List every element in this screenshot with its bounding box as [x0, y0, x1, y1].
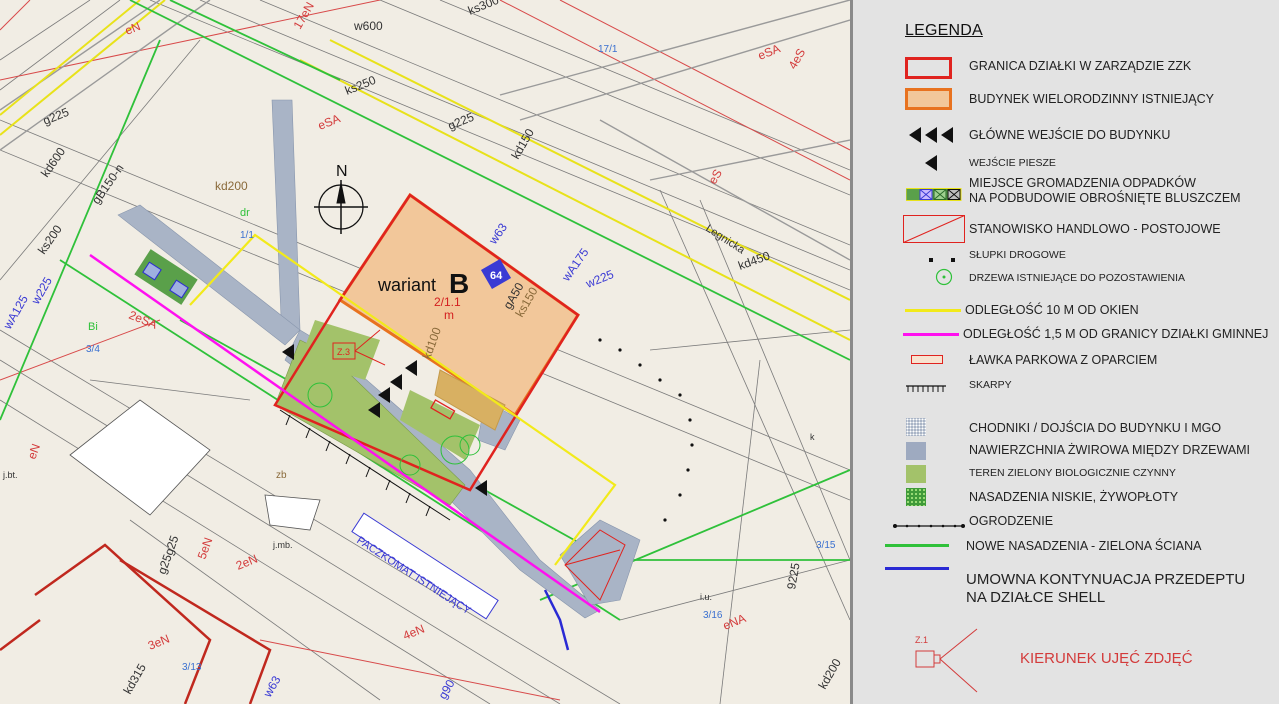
map-label-24: Bi: [88, 321, 98, 333]
map-label-44: eSA: [316, 111, 342, 132]
map-label-51: g90: [435, 677, 457, 702]
legend-title: LEGENDA: [905, 22, 983, 39]
map-label-38: 4eN: [401, 622, 427, 643]
map-label-29: g225: [41, 105, 71, 128]
legend-panel: LEGENDA GRANICA DZIAŁKI W ZARZĄDZIE ZZK …: [853, 0, 1279, 704]
distance-1-5m-swatch: [903, 333, 959, 336]
legend-label-dist-10m: ODLEGŁOŚĆ 10 M OD OKIEN: [965, 303, 1139, 317]
map-label-36: 9225: [784, 561, 802, 590]
map-label-27: w225: [28, 274, 55, 307]
map-label-35: eNA: [721, 611, 748, 633]
map-label-48: i.u.: [700, 592, 712, 602]
variant-label: wariant: [377, 275, 436, 295]
pedestrian-entrance-icon: [925, 155, 937, 176]
low-plants-swatch: [906, 488, 926, 506]
fence-icon: [893, 516, 965, 534]
legend-label-photo-direction: KIERUNEK UJĘĆ ZDJĘĆ: [1020, 650, 1193, 667]
map-label-43: 17eN: [290, 0, 316, 31]
plot-border-swatch: [905, 57, 952, 79]
legend-label-pass-continuation-2: NA DZIAŁCE SHELL: [966, 589, 1106, 606]
photo-marker-label: Z.3: [337, 347, 350, 357]
white-blocks: [69, 399, 321, 531]
map-label-21: 3/15: [816, 540, 836, 551]
legend-label-waste-area-2: NA PODBUDOWIE OBROŚNIĘTE BLUSZCZEM: [969, 191, 1241, 205]
legend-label-gravel: NAWIERZCHNIA ŻWIROWA MIĘDZY DRZEWAMI: [969, 443, 1251, 457]
parcel-locker-box: [351, 512, 499, 620]
waste-area-icon: [905, 188, 962, 206]
site-plan-map: wariant B 2/1.1 m 64 N PACZKOMAT ISTNIEJ…: [0, 0, 850, 704]
green-area-swatch: [906, 465, 926, 483]
new-planting-swatch: [885, 544, 949, 547]
legend-label-fence: OGRODZENIE: [969, 514, 1054, 528]
north-label: N: [336, 163, 348, 180]
legend-label-bench: ŁAWKA PARKOWA Z OPARCIEM: [969, 353, 1158, 367]
legend-label-pedestrian-entrance: WEJŚCIE PIESZE: [969, 157, 1056, 169]
trade-stand-icon: [903, 215, 965, 248]
map-label-49: j.bt.: [2, 470, 18, 480]
map-label-2: w600: [353, 19, 383, 33]
legend-label-trade-stand: STANOWISKO HANDLOWO - POSTOJOWE: [969, 222, 1221, 236]
legend-label-plot-border: GRANICA DZIAŁKI W ZARZĄDZIE ZZK: [969, 59, 1192, 73]
slope-icon: [906, 380, 946, 398]
legend-label-green: TEREN ZIELONY BIOLOGICZNIE CZYNNY: [969, 467, 1176, 479]
map-label-47: j.mb.: [272, 540, 293, 550]
gravel-swatch: [906, 442, 926, 460]
building-swatch: [905, 88, 952, 110]
map-labels: wariant B 2/1.1 m 64 N PACZKOMAT ISTNIEJ…: [0, 0, 844, 702]
map-label-30: zb: [276, 470, 287, 481]
legend-label-waste-area: MIEJSCE GROMADZENIA ODPADKÓW: [969, 176, 1196, 190]
map-sheet: wariant B 2/1.1 m 64 N PACZKOMAT ISTNIEJ…: [0, 0, 1279, 704]
map-label-11: w225: [583, 267, 616, 291]
map-label-28: ks200: [35, 222, 65, 257]
legend-label-road-posts: SŁUPKI DROGOWE: [969, 249, 1066, 261]
map-label-6: kd600: [38, 145, 68, 180]
legend-label-slopes: SKARPY: [969, 379, 1012, 391]
tree-icon: [935, 268, 953, 291]
map-label-1: g225: [446, 110, 476, 133]
distance-10m-swatch: [905, 309, 961, 312]
map-label-42: eN: [25, 442, 43, 461]
map-label-45: eS: [705, 167, 724, 187]
map-label-19: 1/1: [240, 230, 254, 241]
plot-unit: m: [444, 308, 454, 322]
map-label-34: w63: [260, 673, 284, 700]
site-plan-drawing: wariant B 2/1.1 m 64 N PACZKOMAT ISTNIEJ…: [0, 0, 850, 704]
map-label-17: dr: [240, 207, 250, 219]
legend-label-main-entrance: GŁÓWNE WEJŚCIE DO BUDYNKU: [969, 128, 1171, 142]
street-label: Legnicka: [703, 222, 747, 257]
legend-label-pass-continuation: UMOWNA KONTYNUACJA PRZEDEPTU: [966, 571, 1246, 588]
map-label-16: 4eS: [785, 46, 808, 71]
map-label-37: 3eN: [146, 632, 172, 653]
road-posts-icon: [929, 250, 959, 268]
map-label-31: kd315: [120, 661, 149, 697]
map-label-25: 2eSA: [127, 308, 159, 332]
sidewalk-swatch: [906, 418, 926, 436]
map-label-50: k: [810, 432, 815, 442]
legend-label-low-plants: NASADZENIA NISKIE, ŻYWOPŁOTY: [969, 490, 1179, 504]
legend-label-sidewalks: CHODNIKI / DOJŚCIA DO BUDYNKU I MGO: [969, 421, 1222, 435]
main-entrance-icon: [909, 126, 953, 149]
map-label-23: 3/13: [182, 662, 202, 673]
pass-continuation-swatch: [885, 567, 949, 570]
plot-number: 2/1.1: [434, 295, 461, 309]
map-label-12: w63: [485, 220, 510, 247]
legend-label-dist-1-5m: ODLEGŁOŚĆ 1,5 M OD GRANICY DZIAŁKI GMINN…: [963, 327, 1269, 341]
bench-icon: [911, 355, 943, 364]
map-label-33: kd200: [815, 656, 844, 692]
map-label-20: 3/4: [86, 344, 100, 355]
building-number: 64: [490, 270, 503, 282]
map-label-18: 17/1: [598, 44, 618, 55]
map-label-26: wA125: [0, 292, 31, 332]
legend-label-trees: DRZEWA ISTNIEJĄCE DO POZOSTAWIENIA: [969, 272, 1186, 284]
north-arrow: [314, 180, 368, 234]
map-label-4: ks300: [466, 0, 501, 18]
legend-label-new-planting: NOWE NASADZENIA - ZIELONA ŚCIANA: [966, 539, 1202, 553]
map-label-46: eSA: [756, 41, 782, 62]
map-label-5: ks250: [343, 73, 378, 98]
map-label-40: 2eN: [234, 552, 260, 573]
map-label-8: kd200: [215, 179, 248, 193]
legend-label-building: BUDYNEK WIELORODZINNY ISTNIEJĄCY: [969, 92, 1214, 106]
legend-photo-symbol-text: Z.1: [915, 635, 929, 645]
map-label-39: 5eN: [195, 536, 216, 561]
